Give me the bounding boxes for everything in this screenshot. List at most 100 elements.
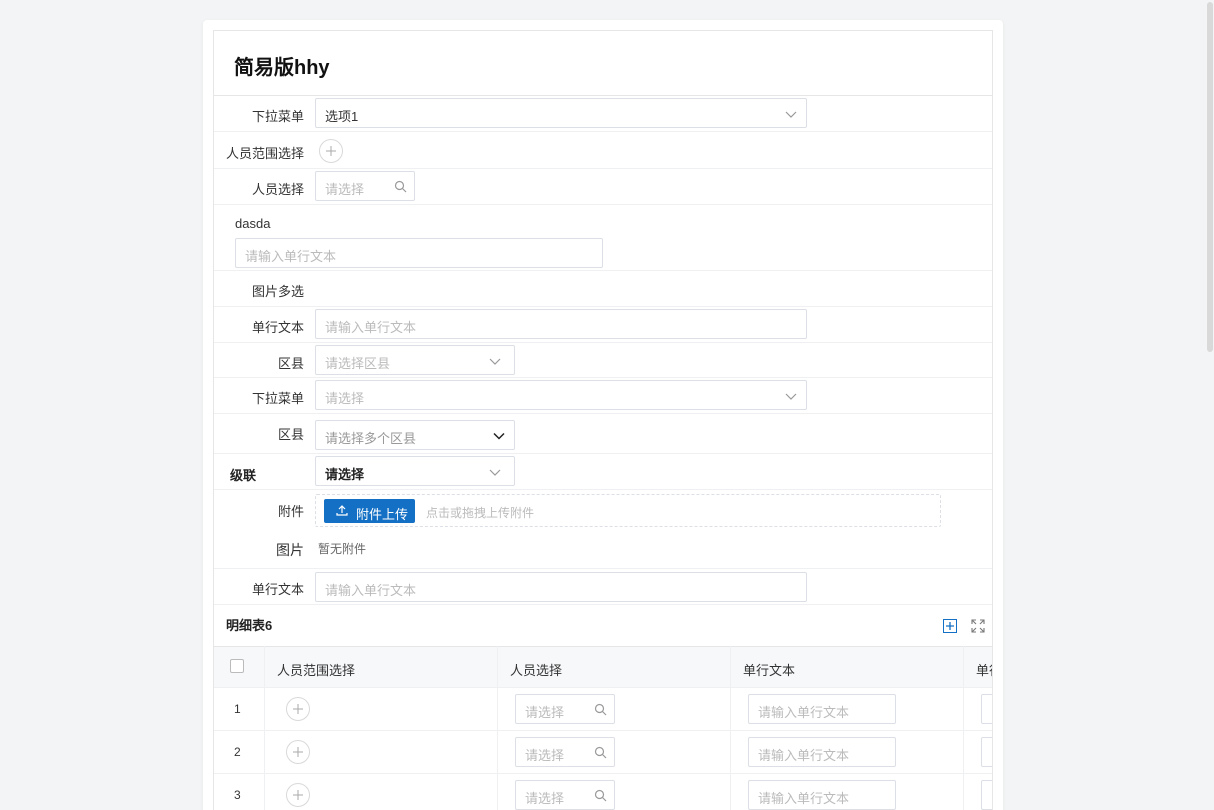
- county1-select[interactable]: 请选择区县: [315, 345, 515, 375]
- column-header: 单行文本: [743, 663, 796, 678]
- field-label: 人员选择: [251, 182, 304, 197]
- field-label: 级联: [230, 468, 257, 483]
- image-empty-text: 暂无附件: [318, 542, 367, 556]
- cut-off-input[interactable]: [981, 694, 992, 724]
- table-row: 2 请选择 请输入单行文本: [214, 731, 992, 774]
- person-select-input[interactable]: 请选择: [515, 737, 615, 767]
- field-cascade: 级联 请选择: [214, 454, 992, 490]
- column-header: 单行: [976, 663, 992, 678]
- select-all-checkbox[interactable]: [230, 659, 244, 673]
- person-select-placeholder: 请选择: [325, 182, 365, 197]
- chevron-down-icon: [785, 108, 797, 120]
- column-header: 人员选择: [510, 663, 563, 678]
- person-select-placeholder: 请选择: [525, 791, 565, 806]
- dropzone-hint: 点击或拖拽上传附件: [426, 506, 535, 520]
- upload-icon: [336, 504, 348, 519]
- single-text2-input[interactable]: 请输入单行文本: [315, 572, 807, 602]
- chevron-down-icon: [493, 430, 505, 442]
- field-label: 单行文本: [251, 582, 304, 597]
- field-label: 下拉菜单: [251, 391, 304, 406]
- dropdown1-value: 选项1: [325, 109, 359, 124]
- field-single-text1: 单行文本 请输入单行文本: [214, 307, 992, 343]
- add-person-range-button[interactable]: [286, 783, 310, 807]
- field-dropdown2: 下拉菜单 请选择: [214, 378, 992, 414]
- chevron-down-icon: [785, 390, 797, 402]
- field-single-text2: 单行文本 请输入单行文本: [214, 569, 992, 605]
- field-label: 附件: [277, 504, 304, 519]
- cut-off-input[interactable]: [981, 780, 992, 810]
- single-text1-placeholder: 请输入单行文本: [325, 320, 417, 335]
- field-person-range: 人员范围选择: [214, 132, 992, 169]
- add-person-range-button[interactable]: [286, 697, 310, 721]
- search-icon[interactable]: [594, 789, 607, 802]
- dropdown2-select[interactable]: 请选择: [315, 380, 807, 410]
- upload-button-label: 附件上传: [356, 507, 409, 522]
- add-square-icon[interactable]: [943, 619, 957, 633]
- table-header: 人员范围选择 人员选择 单行文本 单行: [214, 646, 992, 688]
- person-select-input[interactable]: 请选择: [315, 171, 415, 201]
- person-select-placeholder: 请选择: [525, 705, 565, 720]
- dropdown1-select[interactable]: 选项1: [315, 98, 807, 128]
- add-person-range-button[interactable]: [286, 740, 310, 764]
- single-text-input[interactable]: 请输入单行文本: [748, 694, 896, 724]
- form-title: 简易版hhy: [234, 57, 330, 79]
- field-person-select: 人员选择 请选择: [214, 169, 992, 205]
- page-scrollbar[interactable]: [1206, 0, 1214, 810]
- single-text-placeholder: 请输入单行文本: [758, 748, 850, 763]
- single-text1-input[interactable]: 请输入单行文本: [315, 309, 807, 339]
- row-index: 3: [234, 788, 241, 802]
- search-icon[interactable]: [394, 180, 407, 193]
- county-multi-select[interactable]: 请选择多个区县: [315, 420, 515, 450]
- plus-icon: [293, 704, 303, 714]
- row-index: 2: [234, 745, 241, 759]
- field-label: 区县: [277, 356, 304, 371]
- plus-icon: [293, 747, 303, 757]
- dasda-input[interactable]: 请输入单行文本: [235, 238, 603, 268]
- single-text-input[interactable]: 请输入单行文本: [748, 780, 896, 810]
- field-label: 图片多选: [251, 284, 304, 299]
- field-label: 单行文本: [251, 320, 304, 335]
- cascade-value: 请选择: [325, 467, 365, 482]
- dasda-placeholder: 请输入单行文本: [245, 249, 337, 264]
- person-select-input[interactable]: 请选择: [515, 694, 615, 724]
- scrollbar-thumb[interactable]: [1207, 2, 1213, 352]
- field-label: 人员范围选择: [225, 146, 304, 161]
- single-text-input[interactable]: 请输入单行文本: [748, 737, 896, 767]
- field-dropdown1: 下拉菜单 选项1: [214, 96, 992, 132]
- search-icon[interactable]: [594, 703, 607, 716]
- cut-off-input[interactable]: [981, 737, 992, 767]
- single-text2-placeholder: 请输入单行文本: [325, 583, 417, 598]
- field-label: 下拉菜单: [251, 109, 304, 124]
- form-container: 简易版hhy 下拉菜单 选项1 人员范围选择 人员选择 请选择 dasda 请输…: [213, 30, 993, 810]
- search-icon[interactable]: [594, 746, 607, 759]
- field-label: 图片: [276, 542, 304, 558]
- attachment-upload-button[interactable]: 附件上传: [324, 499, 415, 523]
- chevron-down-icon: [489, 355, 501, 367]
- cascade-select[interactable]: 请选择: [315, 456, 515, 486]
- attachment-dropzone[interactable]: 附件上传 点击或拖拽上传附件: [315, 494, 941, 527]
- form-header: 简易版hhy: [214, 31, 992, 96]
- table-row: 3 请选择 请输入单行文本: [214, 774, 992, 810]
- county1-placeholder: 请选择区县: [325, 356, 391, 371]
- field-image-multi: 图片多选: [214, 271, 992, 307]
- fullscreen-icon[interactable]: [971, 619, 985, 633]
- column-header: 人员范围选择: [277, 663, 356, 678]
- single-text-placeholder: 请输入单行文本: [758, 705, 850, 720]
- person-select-placeholder: 请选择: [525, 748, 565, 763]
- field-county-multi: 区县 请选择多个区县: [214, 414, 992, 454]
- plus-icon: [293, 790, 303, 800]
- person-select-input[interactable]: 请选择: [515, 780, 615, 810]
- county-multi-placeholder: 请选择多个区县: [325, 431, 417, 446]
- field-dasda: dasda 请输入单行文本: [214, 205, 992, 271]
- table-row: 1 请选择 请输入单行文本: [214, 688, 992, 731]
- field-label: dasda: [235, 216, 271, 231]
- chevron-down-icon: [489, 466, 501, 478]
- detail-table-title: 明细表6: [226, 618, 273, 633]
- single-text-placeholder: 请输入单行文本: [758, 791, 850, 806]
- dropdown2-placeholder: 请选择: [325, 391, 365, 406]
- add-person-range-button[interactable]: [319, 139, 343, 163]
- field-label: 区县: [277, 427, 304, 442]
- plus-icon: [326, 146, 336, 156]
- form-card: 简易版hhy 下拉菜单 选项1 人员范围选择 人员选择 请选择 dasda 请输…: [203, 20, 1003, 810]
- row-index: 1: [234, 702, 241, 716]
